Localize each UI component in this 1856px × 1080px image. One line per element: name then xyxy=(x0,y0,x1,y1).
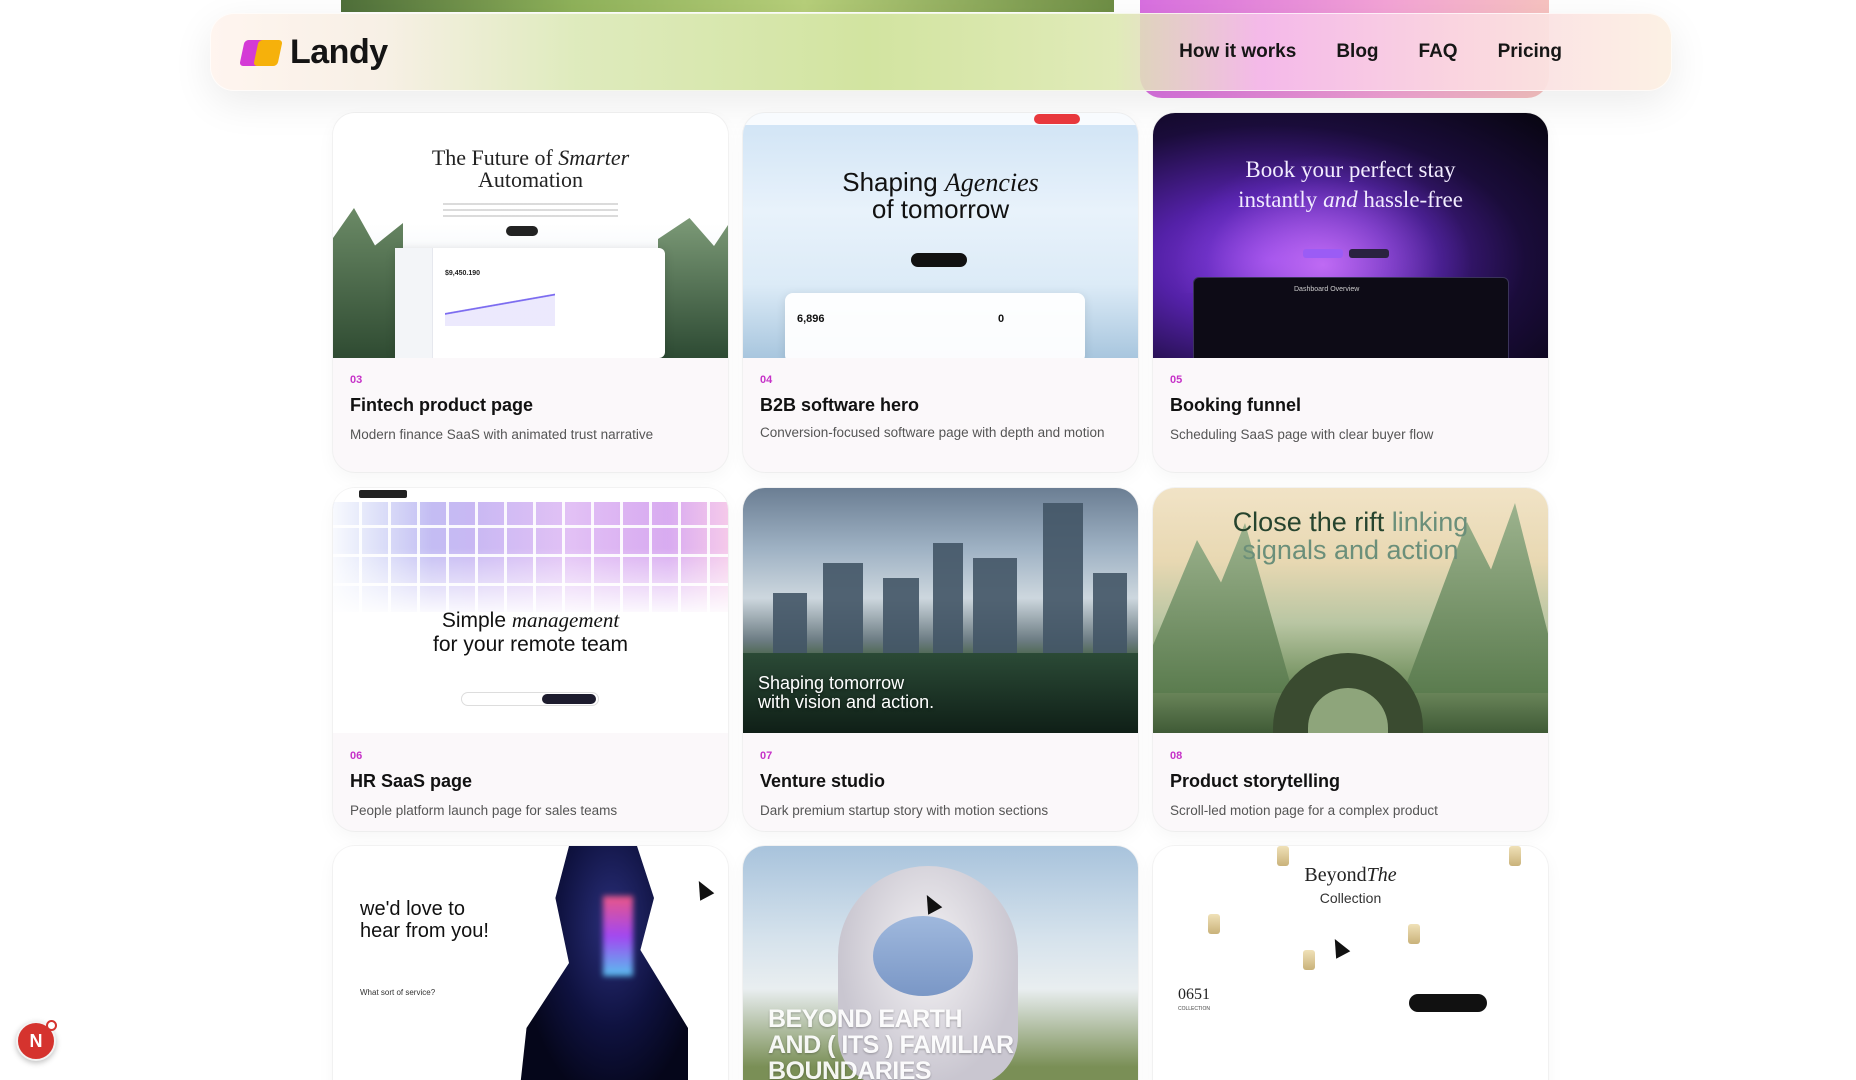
card-thumbnail: BEYOND EARTH AND ( ITS ) FAMILIAR BOUNDARI… xyxy=(743,846,1138,1080)
template-card-monster[interactable]: BEYOND EARTH AND ( ITS ) FAMILIAR BOUNDARI… xyxy=(743,846,1138,1080)
card-description: Scroll-led motion page for a complex pro… xyxy=(1170,803,1438,818)
thumb-headline: The Future of Smarter Automation xyxy=(431,145,630,192)
card-thumbnail: Shaping tomorrow with vision and action. xyxy=(743,488,1138,733)
nav-faq[interactable]: FAQ xyxy=(1419,41,1458,63)
card-title: Fintech product page xyxy=(350,395,534,415)
card-description: Modern finance SaaS with animated trust … xyxy=(350,427,654,442)
card-thumbnail: we'd love to hear from you! What sort of … xyxy=(333,846,728,1080)
nav-blog[interactable]: Blog xyxy=(1336,41,1378,63)
card-thumbnail: The Future of Smarter Automation $9,450.1… xyxy=(333,113,728,358)
template-card-booking[interactable]: Book your perfect stay instantly and hass… xyxy=(1153,113,1548,472)
template-card-fintech[interactable]: The Future of Smarter Automation $9,450.1… xyxy=(333,113,728,472)
logo-icon xyxy=(239,38,283,68)
previous-card-thumb-left xyxy=(341,0,1114,12)
card-title: HR SaaS page xyxy=(350,771,473,791)
card-title: Booking funnel xyxy=(1170,395,1301,415)
card-description: Scheduling SaaS page with clear buyer fl… xyxy=(1170,427,1434,442)
template-card-storytelling[interactable]: Close the rift linking signals and action… xyxy=(1153,488,1548,831)
nav-pricing[interactable]: Pricing xyxy=(1498,41,1562,63)
cursor-icon xyxy=(691,877,715,901)
template-card-contact[interactable]: we'd love to hear from you! What sort of … xyxy=(333,846,728,1080)
card-number: 04 xyxy=(760,374,773,386)
thumb-headline: Close the rift linking signals and action xyxy=(1232,507,1469,565)
card-number: 08 xyxy=(1170,750,1183,762)
thumb-headline: we'd love to hear from you! xyxy=(360,898,489,942)
card-description: People platform launch page for sales te… xyxy=(350,803,618,818)
template-card-b2b[interactable]: Shaping Agencies of tomorrow 6,896 0 04 B… xyxy=(743,113,1138,472)
card-number: 03 xyxy=(350,374,363,386)
notification-badge[interactable]: N xyxy=(16,1020,57,1061)
card-description: Dark premium startup story with motion s… xyxy=(760,803,1049,818)
thumb-headline: BeyondThe xyxy=(1304,864,1397,886)
card-number: 06 xyxy=(350,750,363,762)
navbar: Landy How it works Blog FAQ Pricing xyxy=(210,13,1672,91)
card-title: B2B software hero xyxy=(760,395,920,415)
card-title: Product storytelling xyxy=(1170,771,1341,791)
thumb-headline: Shaping tomorrow with vision and action. xyxy=(758,673,935,712)
badge-dot-icon xyxy=(46,1020,57,1031)
card-thumbnail: BeyondThe Collection 0651 COLLECTION xyxy=(1153,846,1548,1080)
template-card-hr-saas[interactable]: Simple management for your remote team 06… xyxy=(333,488,728,831)
card-thumbnail: Simple management for your remote team xyxy=(333,488,728,733)
main-nav: How it works Blog FAQ Pricing xyxy=(1179,41,1562,63)
card-number: 05 xyxy=(1170,374,1183,386)
card-number: 07 xyxy=(760,750,773,762)
card-description: Conversion-focused software page with de… xyxy=(760,425,1105,440)
template-card-perfume[interactable]: BeyondThe Collection 0651 COLLECTION xyxy=(1153,846,1548,1080)
badge-letter: N xyxy=(29,1030,43,1051)
card-thumbnail: Shaping Agencies of tomorrow 6,896 0 xyxy=(743,113,1138,358)
thumb-headline: BEYOND EARTH AND ( ITS ) FAMILIAR BOUNDARI… xyxy=(768,1005,1014,1080)
thumb-headline: Book your perfect stay instantly and hass… xyxy=(1238,157,1463,212)
card-thumbnail: Book your perfect stay instantly and hass… xyxy=(1153,113,1548,358)
dashboard-preview: Dashboard Overview xyxy=(1193,277,1509,358)
card-title: Venture studio xyxy=(760,771,886,791)
cursor-icon xyxy=(1327,935,1351,959)
brand-logo[interactable]: Landy xyxy=(239,33,388,72)
dashboard-preview: $9,450.190 xyxy=(395,248,665,358)
thumb-headline: Simple management for your remote team xyxy=(433,608,628,656)
thumb-headline: Shaping Agencies of tomorrow xyxy=(842,167,1039,224)
page: Landy How it works Blog FAQ Pricing The … xyxy=(0,0,1856,1080)
nav-how-it-works[interactable]: How it works xyxy=(1179,41,1296,63)
template-card-venture[interactable]: Shaping tomorrow with vision and action. … xyxy=(743,488,1138,831)
card-thumbnail: Close the rift linking signals and action xyxy=(1153,488,1548,733)
brand-name: Landy xyxy=(290,33,388,71)
